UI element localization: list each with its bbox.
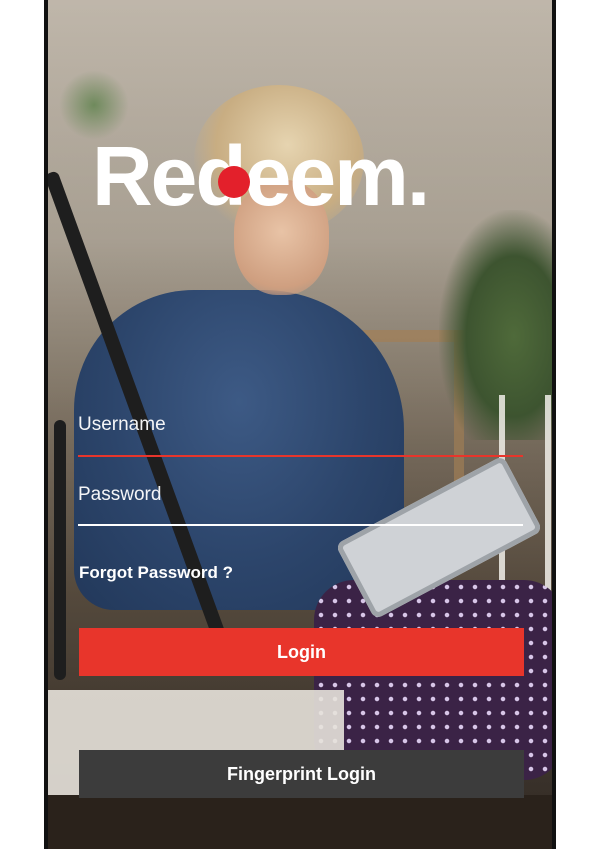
device-bezel-left <box>44 0 48 849</box>
login-button[interactable]: Login <box>79 628 524 676</box>
password-underline <box>78 524 523 526</box>
logo-text-start: Re <box>92 129 197 223</box>
redeem-logo: Re deem. <box>92 128 430 223</box>
fingerprint-login-button[interactable]: Fingerprint Login <box>79 750 524 798</box>
forgot-password-link[interactable]: Forgot Password ? <box>79 563 233 583</box>
background-lamp-stand <box>54 420 66 680</box>
background-floor <box>44 795 556 849</box>
username-underline <box>78 455 523 457</box>
password-field[interactable]: Password <box>78 484 523 528</box>
logo-red-dot <box>218 166 250 198</box>
username-field[interactable]: Username <box>78 414 523 458</box>
device-bezel-right <box>552 0 556 849</box>
